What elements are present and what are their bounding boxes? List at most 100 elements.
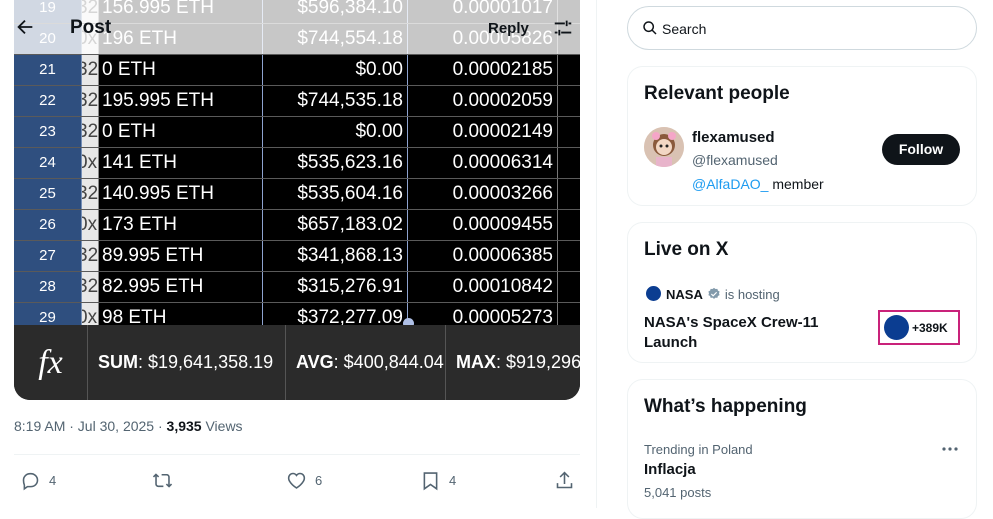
divider bbox=[14, 454, 580, 455]
post-time[interactable]: 8:19 AM · Jul 30, 2025 · bbox=[14, 418, 167, 434]
formula-summary-bar: fx SUM: $19,641,358.19 AVG: $400,844.04 … bbox=[14, 325, 580, 400]
rate-cell: 0.00003266 bbox=[408, 179, 558, 209]
post-timestamp: 8:19 AM · Jul 30, 2025 · 3,935 Views bbox=[14, 418, 243, 434]
bookmark-count: 4 bbox=[449, 472, 457, 488]
rate-cell: 0.00002059 bbox=[408, 86, 558, 116]
reply-count: 4 bbox=[49, 472, 57, 488]
amount-cell: 0 ETH bbox=[98, 117, 262, 147]
whats-happening-card: What’s happening Trending in Poland Infl… bbox=[627, 379, 977, 519]
sliders-icon[interactable] bbox=[552, 17, 574, 39]
avatar[interactable] bbox=[644, 127, 684, 167]
amount-cell: 173 ETH bbox=[98, 210, 262, 240]
repost-action[interactable] bbox=[152, 468, 181, 492]
row-number: 28 bbox=[14, 272, 82, 302]
reply-icon bbox=[22, 472, 39, 490]
repost-icon bbox=[152, 472, 173, 488]
address-stub: 32 bbox=[82, 117, 98, 147]
usd-cell: $341,868.13 bbox=[262, 241, 408, 271]
spreadsheet-image[interactable]: 1932156.995 ETH$596,384.100.00001017200x… bbox=[14, 0, 580, 400]
rate-cell: 0.00010842 bbox=[408, 272, 558, 302]
post-header: Post Reply bbox=[0, 0, 596, 54]
sum-value: : $19,641,358.19 bbox=[138, 352, 274, 372]
more-options-icon[interactable] bbox=[940, 442, 960, 456]
trend-category: Trending in Poland bbox=[644, 442, 753, 457]
like-action[interactable]: 6 bbox=[286, 468, 322, 492]
row-number: 24 bbox=[14, 148, 82, 178]
usd-cell: $315,276.91 bbox=[262, 272, 408, 302]
rate-cell: 0.00009455 bbox=[408, 210, 558, 240]
address-stub: 0x bbox=[82, 210, 98, 240]
host-line[interactable]: NASA is hosting bbox=[646, 285, 780, 303]
avg-value: : $400,844.04 bbox=[333, 352, 444, 372]
trend-posts: 5,041 posts bbox=[644, 485, 712, 500]
amount-cell: 195.995 ETH bbox=[98, 86, 262, 116]
row-number: 21 bbox=[14, 55, 82, 85]
table-row: 283282.995 ETH$315,276.910.00010842 bbox=[14, 272, 580, 303]
amount-cell: 0 ETH bbox=[98, 55, 262, 85]
amount-cell: 89.995 ETH bbox=[98, 241, 262, 271]
table-row: 21320 ETH$0.000.00002185 bbox=[14, 55, 580, 86]
row-number: 27 bbox=[14, 241, 82, 271]
follow-button[interactable]: Follow bbox=[882, 134, 960, 165]
table-row: 23320 ETH$0.000.00002149 bbox=[14, 117, 580, 148]
post-actions: 4 6 4 bbox=[14, 468, 580, 492]
trend-name[interactable]: Inflacja bbox=[644, 461, 696, 478]
rate-cell: 0.00002185 bbox=[408, 55, 558, 85]
relevant-people-heading: Relevant people bbox=[644, 83, 790, 104]
usd-cell: $535,604.16 bbox=[262, 179, 408, 209]
nasa-avatar-icon bbox=[884, 315, 909, 340]
live-heading: Live on X bbox=[644, 239, 729, 260]
share-icon bbox=[556, 471, 573, 488]
rate-cell: 0.00006385 bbox=[408, 241, 558, 271]
person-handle[interactable]: @flexamused bbox=[692, 152, 778, 168]
back-arrow-icon[interactable] bbox=[14, 16, 36, 38]
max-stat: MAX: $919,296.4 bbox=[446, 325, 580, 400]
row-number: 23 bbox=[14, 117, 82, 147]
space-title[interactable]: NASA's SpaceX Crew-11 Launch bbox=[644, 313, 844, 353]
avatar-image-icon bbox=[644, 127, 684, 167]
amount-cell: 141 ETH bbox=[98, 148, 262, 178]
bio-link[interactable]: @AlfaDAO_ bbox=[692, 176, 768, 192]
avg-label: AVG bbox=[296, 352, 334, 372]
usd-cell: $744,535.18 bbox=[262, 86, 408, 116]
fx-icon: fx bbox=[14, 325, 88, 400]
row-number: 25 bbox=[14, 179, 82, 209]
amount-cell: 140.995 ETH bbox=[98, 179, 262, 209]
sum-stat: SUM: $19,641,358.19 bbox=[88, 325, 286, 400]
usd-cell: $535,623.16 bbox=[262, 148, 408, 178]
bookmark-icon bbox=[423, 471, 438, 490]
usd-cell: $0.00 bbox=[262, 55, 408, 85]
host-name: NASA bbox=[666, 286, 703, 302]
amount-cell: 82.995 ETH bbox=[98, 272, 262, 302]
search-placeholder: Search bbox=[662, 21, 707, 37]
usd-cell: $0.00 bbox=[262, 117, 408, 147]
table-row: 260x173 ETH$657,183.020.00009455 bbox=[14, 210, 580, 241]
listeners-count: +389K bbox=[912, 320, 948, 335]
views-label: Views bbox=[201, 418, 243, 434]
avg-stat: AVG: $400,844.04 bbox=[286, 325, 446, 400]
table-row: 2232195.995 ETH$744,535.180.00002059 bbox=[14, 86, 580, 117]
live-on-x-card: Live on X NASA is hosting NASA's SpaceX … bbox=[627, 222, 977, 363]
reply-action[interactable]: 4 bbox=[20, 468, 56, 492]
address-stub: 32 bbox=[82, 179, 98, 209]
address-stub: 32 bbox=[82, 55, 98, 85]
address-stub: 32 bbox=[82, 272, 98, 302]
max-label: MAX bbox=[456, 352, 496, 372]
bookmark-action[interactable]: 4 bbox=[420, 468, 456, 492]
host-suffix: is hosting bbox=[724, 286, 780, 302]
usd-cell: $657,183.02 bbox=[262, 210, 408, 240]
reply-button[interactable]: Reply bbox=[488, 20, 529, 37]
search-input[interactable]: Search bbox=[627, 6, 977, 50]
relevant-people-card: Relevant people flexamused @flexamused @… bbox=[627, 66, 977, 206]
sum-label: SUM bbox=[98, 352, 138, 372]
listeners-badge[interactable]: +389K bbox=[878, 310, 960, 345]
views-count: 3,935 bbox=[166, 418, 202, 434]
search-icon bbox=[643, 21, 657, 35]
rate-cell: 0.00002149 bbox=[408, 117, 558, 147]
row-number: 26 bbox=[14, 210, 82, 240]
like-count: 6 bbox=[315, 472, 323, 488]
share-action[interactable] bbox=[554, 468, 575, 492]
address-stub: 32 bbox=[82, 86, 98, 116]
person-name[interactable]: flexamused bbox=[692, 129, 775, 146]
rate-cell: 0.00006314 bbox=[408, 148, 558, 178]
